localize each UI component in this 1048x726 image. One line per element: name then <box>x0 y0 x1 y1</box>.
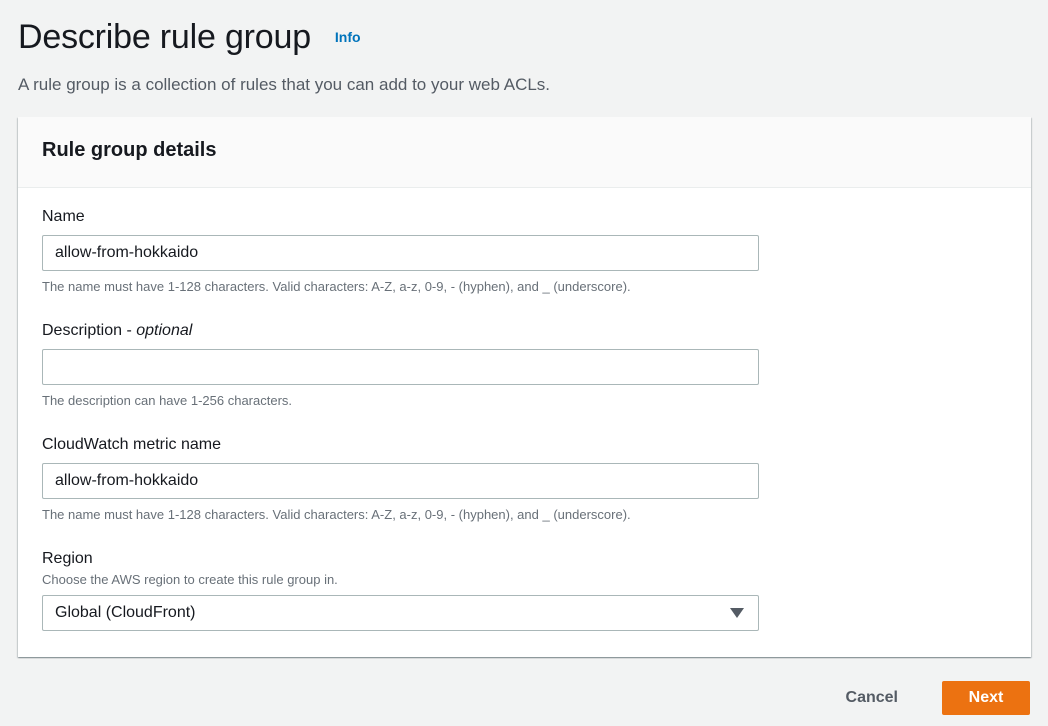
region-field: Region Choose the AWS region to create t… <box>42 550 759 631</box>
metric-name-label: CloudWatch metric name <box>42 436 222 453</box>
rule-group-details-panel: Rule group details Name allow-from-hokka… <box>18 117 1031 657</box>
caret-down-icon <box>730 608 744 618</box>
description-field: Description - optional The description c… <box>42 322 759 408</box>
cancel-button[interactable]: Cancel <box>826 681 918 715</box>
region-select[interactable]: Global (CloudFront) <box>42 595 759 631</box>
page-title: Describe rule group <box>18 18 311 56</box>
metric-name-input[interactable]: allow-from-hokkaido <box>42 463 759 499</box>
panel-title: Rule group details <box>42 139 217 161</box>
page-header: Describe rule group Info <box>18 18 361 57</box>
metric-name-field: CloudWatch metric name allow-from-hokkai… <box>42 436 759 522</box>
description-input[interactable] <box>42 349 759 385</box>
name-input[interactable]: allow-from-hokkaido <box>42 235 759 271</box>
region-description: Choose the AWS region to create this rul… <box>42 572 338 587</box>
name-field: Name allow-from-hokkaido The name must h… <box>42 208 759 294</box>
region-label: Region <box>42 550 93 567</box>
info-link[interactable]: Info <box>335 29 361 45</box>
metric-name-hint: The name must have 1-128 characters. Val… <box>42 507 631 522</box>
next-button[interactable]: Next <box>942 681 1030 715</box>
description-optional-label: optional <box>136 322 193 339</box>
name-input-value: allow-from-hokkaido <box>55 244 199 261</box>
description-label-text: Description - <box>42 322 137 339</box>
name-label: Name <box>42 208 85 225</box>
description-label: Description - optional <box>42 322 759 340</box>
region-select-value: Global (CloudFront) <box>55 604 196 621</box>
metric-name-input-value: allow-from-hokkaido <box>55 472 199 489</box>
form-actions: Cancel Next <box>826 681 1030 715</box>
describe-rule-group-page: Describe rule group Info A rule group is… <box>0 0 1048 726</box>
panel-header: Rule group details <box>18 117 1031 188</box>
description-hint: The description can have 1-256 character… <box>42 393 293 408</box>
name-hint: The name must have 1-128 characters. Val… <box>42 279 631 294</box>
page-subtitle: A rule group is a collection of rules th… <box>18 75 551 94</box>
